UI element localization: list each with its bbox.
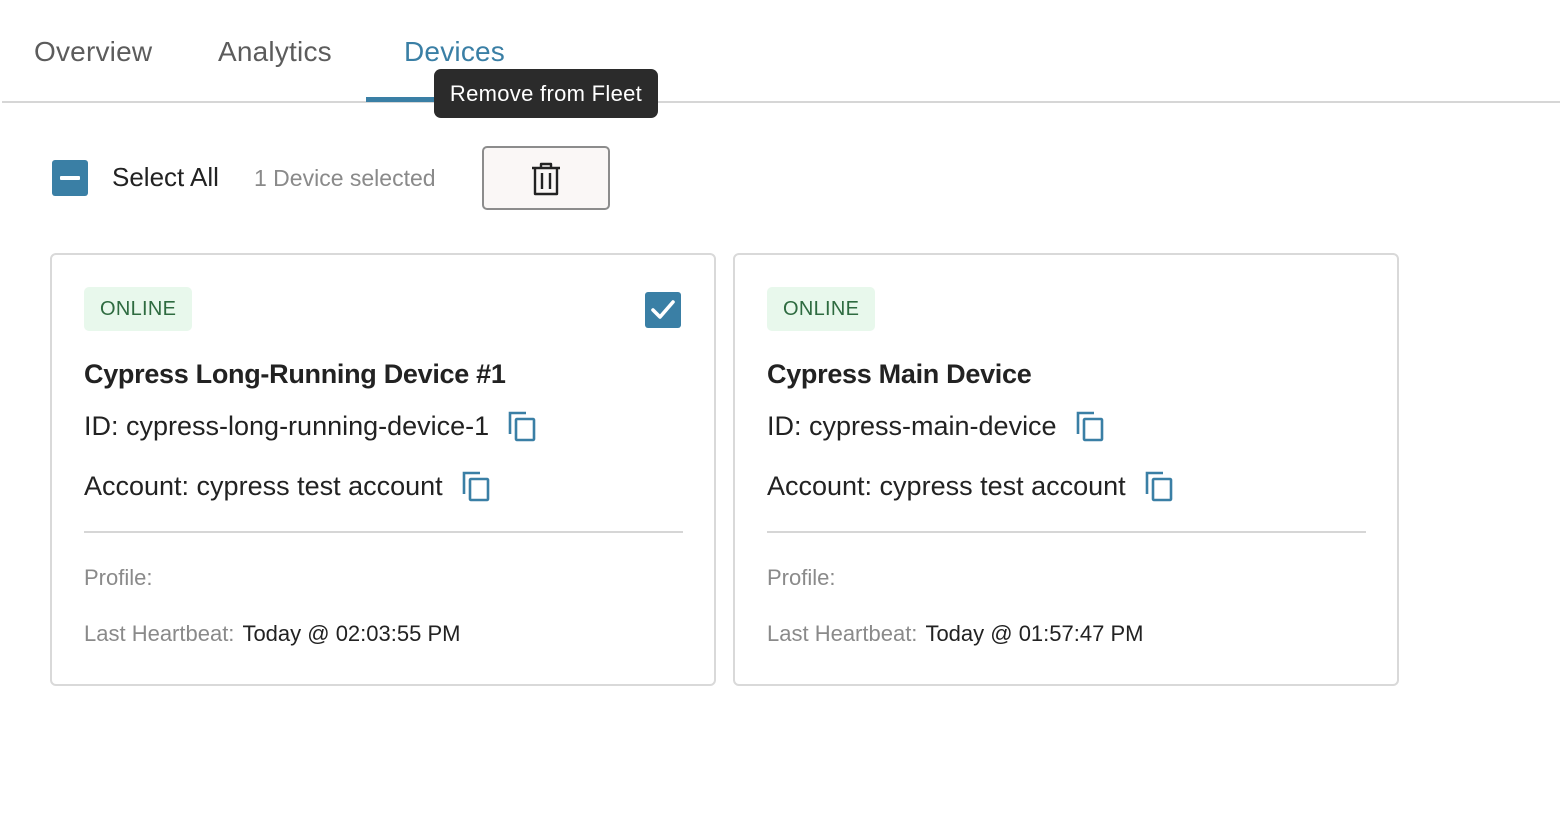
trash-icon — [532, 162, 560, 196]
status-badge: ONLINE — [767, 287, 876, 331]
device-name: Cypress Main Device — [767, 359, 1032, 389]
card-divider — [84, 531, 683, 533]
status-badge: ONLINE — [84, 287, 193, 331]
remove-from-fleet-tooltip: Remove from Fleet — [434, 69, 658, 118]
device-name: Cypress Long-Running Device #1 — [84, 359, 506, 389]
profile-label: Profile: — [767, 565, 836, 590]
indeterminate-icon — [60, 176, 80, 180]
select-all-label[interactable]: Select All — [112, 162, 219, 193]
device-id: ID: cypress-long-running-device-1 — [84, 410, 490, 441]
tab-devices[interactable]: Devices — [404, 36, 505, 68]
tab-bar: Overview Analytics Devices — [0, 0, 1560, 103]
copy-icon[interactable] — [1075, 410, 1105, 442]
last-heartbeat: Last Heartbeat: Today @ 01:57:47 PM — [767, 621, 1143, 647]
heartbeat-value: Today @ 02:03:55 PM — [242, 621, 461, 646]
heartbeat-label: Last Heartbeat: — [84, 621, 235, 646]
device-id-row: ID: cypress-main-device — [767, 410, 1105, 442]
device-card[interactable]: ONLINE Cypress Long-Running Device #1 ID… — [50, 253, 716, 686]
tab-bar-divider — [2, 101, 1560, 103]
last-heartbeat: Last Heartbeat: Today @ 02:03:55 PM — [84, 621, 460, 647]
device-id: ID: cypress-main-device — [767, 410, 1057, 441]
heartbeat-value: Today @ 01:57:47 PM — [925, 621, 1144, 646]
checkmark-icon — [651, 300, 675, 319]
profile-label: Profile: — [84, 565, 153, 590]
device-checkbox[interactable] — [645, 292, 681, 328]
copy-icon[interactable] — [1144, 470, 1174, 502]
copy-icon[interactable] — [507, 410, 537, 442]
device-id-row: ID: cypress-long-running-device-1 — [84, 410, 537, 442]
selected-count: 1 Device selected — [254, 165, 436, 191]
copy-icon[interactable] — [461, 470, 491, 502]
device-card[interactable]: ONLINE Cypress Main Device ID: cypress-m… — [733, 253, 1399, 686]
device-account: Account: cypress test account — [767, 470, 1126, 501]
device-account-row: Account: cypress test account — [84, 470, 491, 502]
device-account: Account: cypress test account — [84, 470, 443, 501]
select-all-checkbox[interactable] — [52, 160, 88, 196]
heartbeat-label: Last Heartbeat: — [767, 621, 918, 646]
card-divider — [767, 531, 1366, 533]
tab-overview[interactable]: Overview — [34, 36, 152, 68]
tab-analytics[interactable]: Analytics — [218, 36, 332, 68]
remove-from-fleet-button[interactable] — [482, 146, 610, 210]
device-account-row: Account: cypress test account — [767, 470, 1174, 502]
